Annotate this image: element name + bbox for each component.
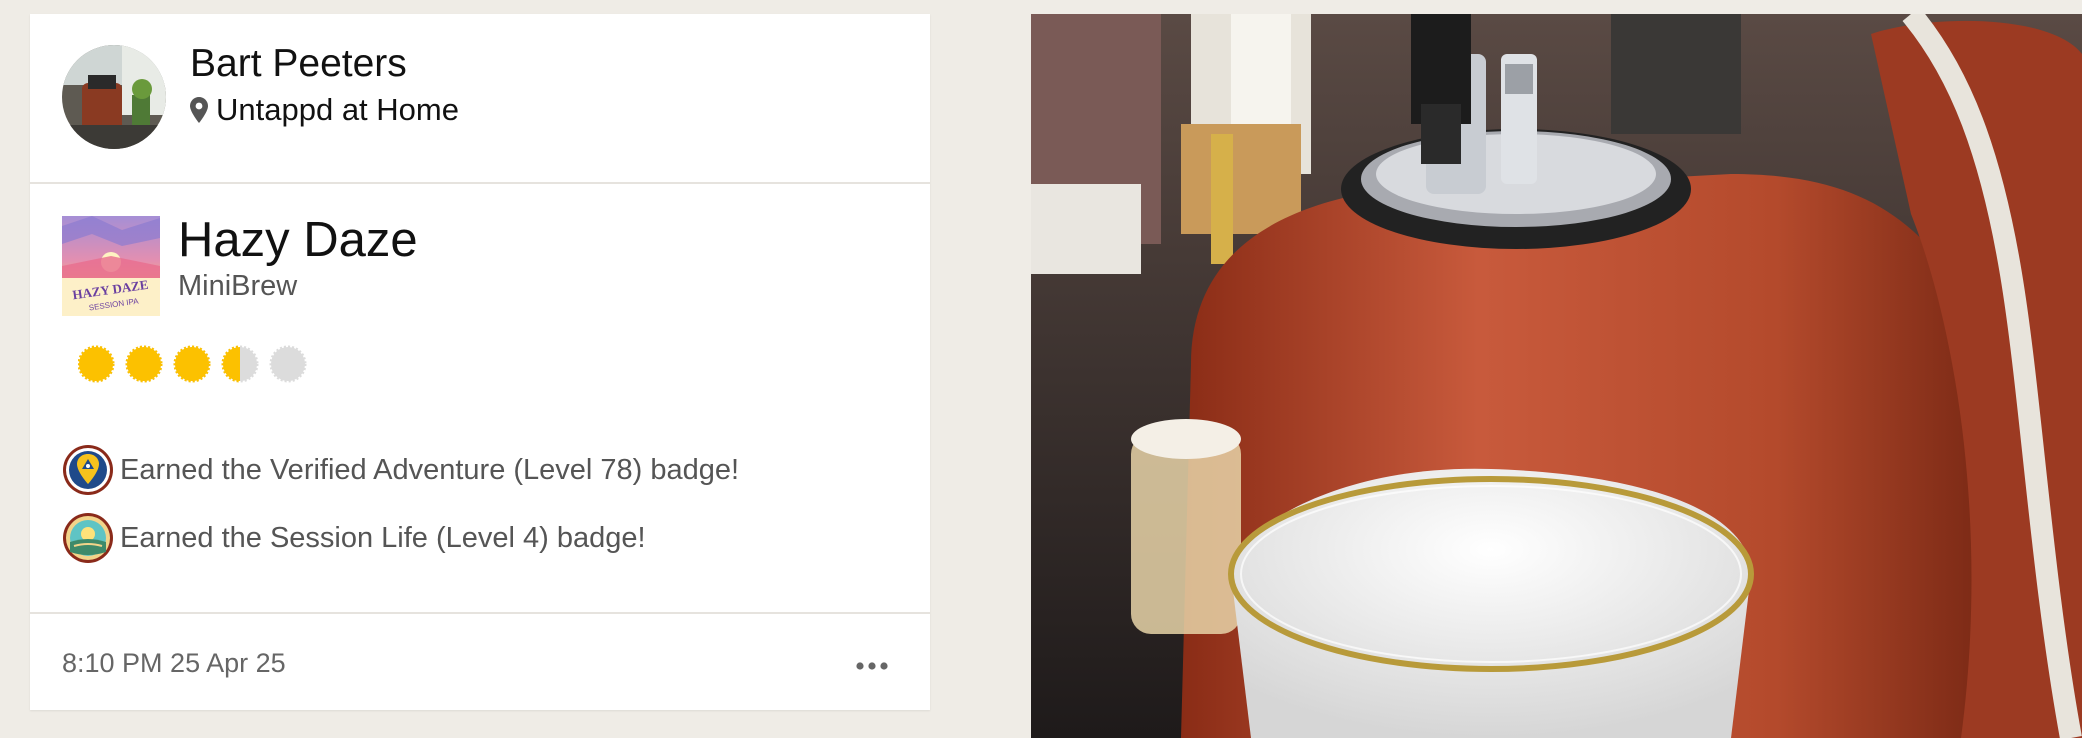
- checkin-timestamp[interactable]: 8:10 PM 25 Apr 25: [62, 648, 286, 679]
- location-pin-icon: [190, 97, 208, 123]
- beer-name[interactable]: Hazy Daze: [178, 212, 418, 268]
- badge-text: Earned the Session Life (Level 4) badge!: [120, 521, 646, 554]
- verified-adventure-badge-icon: [63, 445, 113, 495]
- beer-label-image[interactable]: HAZY DAZE SESSION IPA: [62, 216, 160, 316]
- checkin-photo[interactable]: [1031, 14, 2082, 738]
- more-options-button[interactable]: [850, 652, 894, 680]
- session-life-badge-icon: [63, 513, 113, 563]
- venue-name: Untappd at Home: [216, 92, 459, 127]
- badge-row-session-life[interactable]: Earned the Session Life (Level 4) badge!: [62, 512, 646, 564]
- badge-row-verified-adventure[interactable]: Earned the Verified Adventure (Level 78)…: [62, 444, 739, 496]
- checkin-header: Bart Peeters Untappd at Home: [30, 14, 930, 184]
- user-avatar[interactable]: [62, 45, 166, 149]
- checkin-footer: 8:10 PM 25 Apr 25: [30, 612, 930, 712]
- checkin-card: Bart Peeters Untappd at Home HAZY DAZE S…: [30, 14, 930, 710]
- rating-cap: [78, 345, 115, 383]
- badge-text: Earned the Verified Adventure (Level 78)…: [120, 453, 740, 486]
- rating-cap: [269, 345, 307, 383]
- rating-cap: [221, 345, 259, 383]
- more-options-icon: [856, 662, 888, 670]
- rating-cap: [173, 345, 211, 383]
- rating-cap: [125, 345, 163, 383]
- brewery-name[interactable]: MiniBrew: [178, 270, 297, 303]
- user-name[interactable]: Bart Peeters: [190, 42, 407, 86]
- rating-caps: [78, 345, 307, 383]
- venue-link[interactable]: Untappd at Home: [190, 92, 459, 128]
